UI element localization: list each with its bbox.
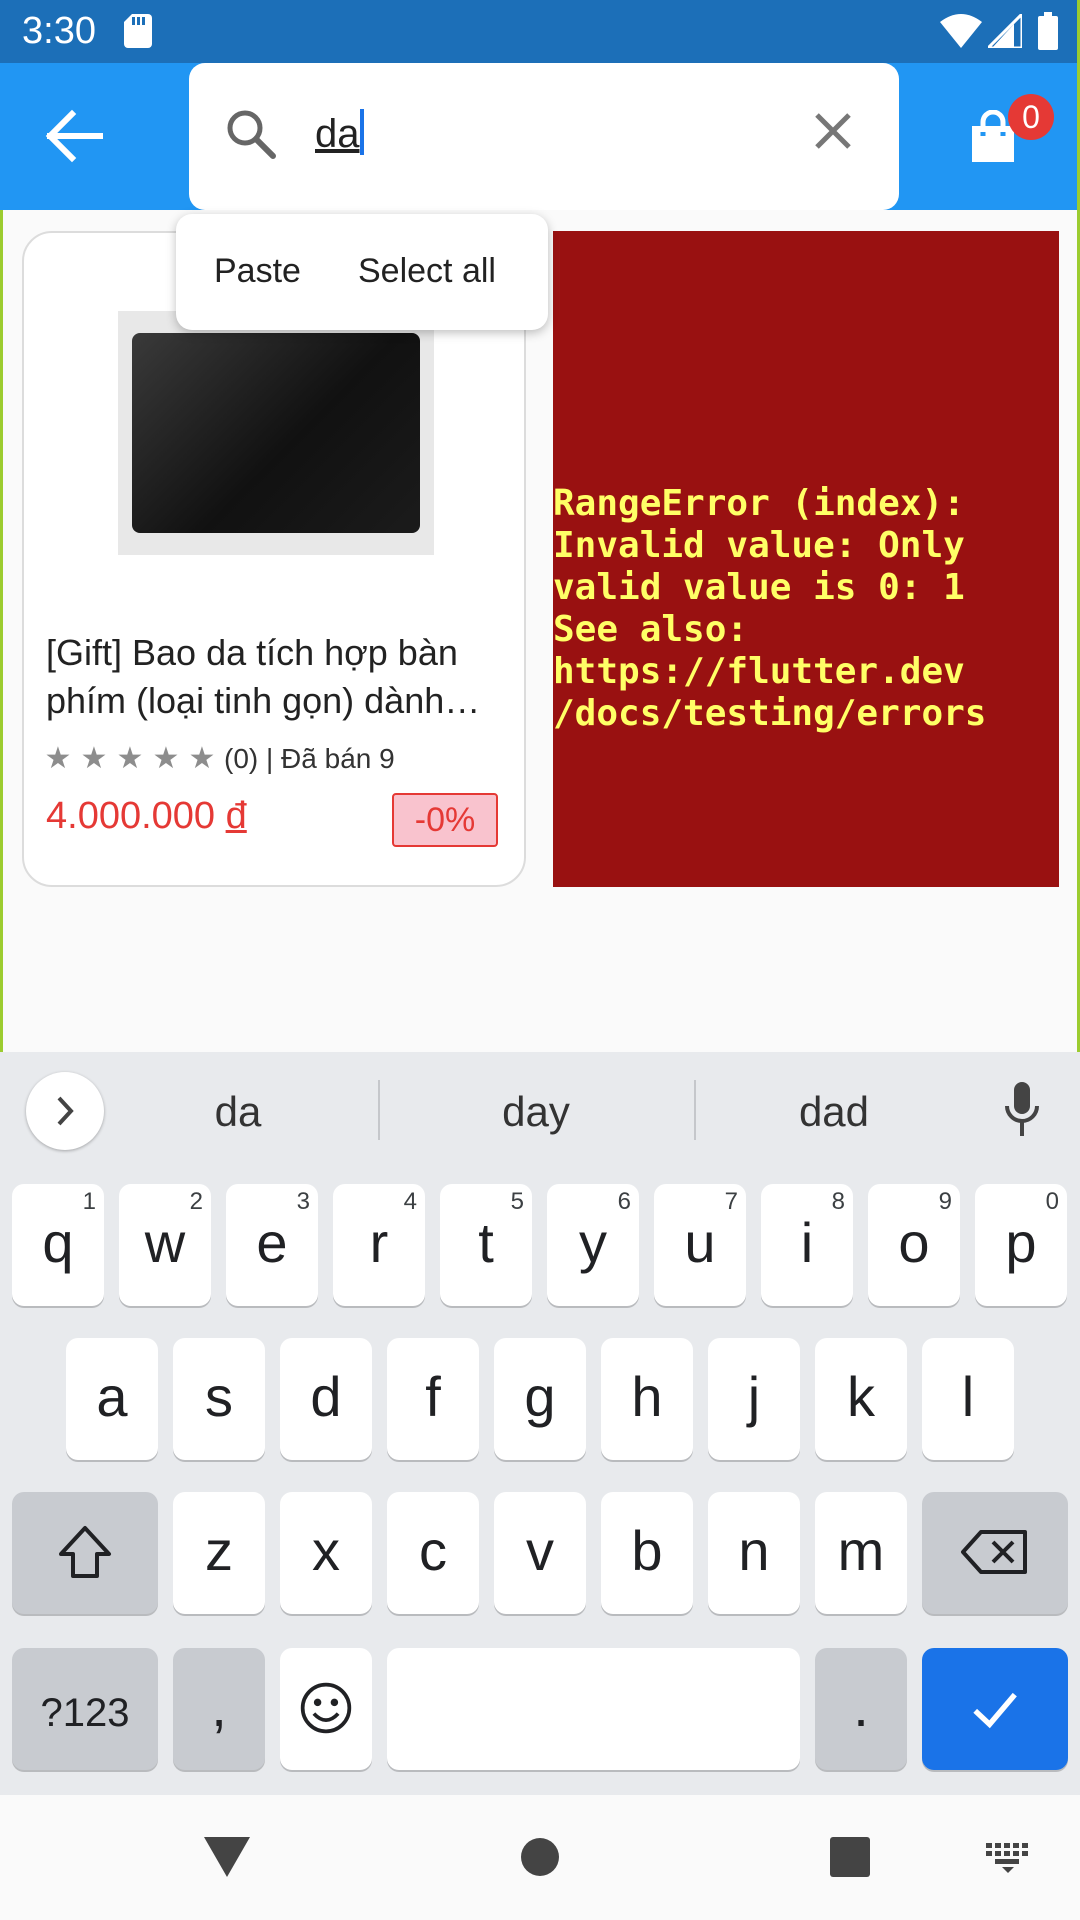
search-input[interactable]: da <box>315 109 364 157</box>
emoji-key[interactable] <box>280 1648 372 1770</box>
key-n[interactable]: n <box>708 1492 800 1614</box>
text-selection-toolbar: Paste Select all <box>176 214 548 330</box>
search-icon <box>227 110 276 159</box>
key-u[interactable]: u7 <box>654 1184 746 1306</box>
key-m[interactable]: m <box>815 1492 907 1614</box>
key-r[interactable]: r4 <box>333 1184 425 1306</box>
period-key[interactable]: . <box>815 1648 907 1770</box>
key-e[interactable]: e3 <box>226 1184 318 1306</box>
key-x[interactable]: x <box>280 1492 372 1614</box>
key-v[interactable]: v <box>494 1492 586 1614</box>
suggestion-1[interactable]: da <box>138 1088 338 1136</box>
key-o[interactable]: o9 <box>868 1184 960 1306</box>
suggestion-2[interactable]: day <box>436 1088 636 1136</box>
product-title: [Gift] Bao da tích hợp bàn phím (loại ti… <box>46 629 516 725</box>
key-b[interactable]: b <box>601 1492 693 1614</box>
checkmark-icon <box>973 1692 1017 1729</box>
rating-row: ★ ★ ★ ★ ★ (0) | Đã bán 9 <box>40 743 395 775</box>
cart-count-badge: 0 <box>1008 94 1054 140</box>
navigation-bar <box>0 1795 1080 1920</box>
key-w[interactable]: w2 <box>119 1184 211 1306</box>
product-image <box>118 311 434 555</box>
error-message: RangeError (index): Invalid value: Only … <box>553 483 987 734</box>
key-g[interactable]: g <box>494 1338 586 1460</box>
backspace-key[interactable] <box>922 1492 1068 1614</box>
soft-keyboard: da day dad q1 w2 e3 r4 t5 y6 u7 i8 o9 p0… <box>0 1052 1080 1795</box>
product-price: 4.000.000 đ <box>46 795 247 838</box>
star-icon: ★ <box>80 742 108 775</box>
enter-key[interactable] <box>922 1648 1068 1770</box>
key-z[interactable]: z <box>173 1492 265 1614</box>
suggestion-divider <box>694 1080 696 1140</box>
key-a[interactable]: a <box>66 1338 158 1460</box>
price-currency: đ <box>225 795 247 837</box>
back-arrow-icon[interactable] <box>40 108 108 164</box>
tablet-image <box>132 333 420 533</box>
key-s[interactable]: s <box>173 1338 265 1460</box>
key-l[interactable]: l <box>922 1338 1014 1460</box>
suggestion-divider <box>378 1080 380 1140</box>
product-title-line1: [Gift] Bao da tích hợp bàn <box>46 632 458 673</box>
key-t[interactable]: t5 <box>440 1184 532 1306</box>
error-widget: RangeError (index): Invalid value: Only … <box>553 231 1059 887</box>
status-time: 3:30 <box>22 10 96 52</box>
key-c[interactable]: c <box>387 1492 479 1614</box>
text-caret <box>359 109 364 155</box>
shift-arrow-icon <box>59 1526 111 1578</box>
paste-button[interactable]: Paste <box>214 252 301 291</box>
status-bar: 3:30 <box>0 0 1080 63</box>
battery-icon <box>1038 12 1058 50</box>
discount-badge: -0% <box>392 793 498 847</box>
debug-border-left <box>0 210 3 1052</box>
home-circle-icon[interactable] <box>520 1837 560 1877</box>
price-value: 4.000.000 <box>46 795 216 837</box>
microphone-icon[interactable] <box>1004 1082 1040 1138</box>
key-i[interactable]: i8 <box>761 1184 853 1306</box>
smiley-icon <box>300 1682 352 1734</box>
star-icon: ★ <box>44 742 72 775</box>
star-icon: ★ <box>116 742 144 775</box>
close-icon[interactable] <box>813 111 853 151</box>
rating-sold-text: (0) | Đã bán 9 <box>224 743 395 774</box>
wifi-icon <box>940 14 982 48</box>
suggestion-3[interactable]: dad <box>734 1088 934 1136</box>
back-triangle-icon[interactable] <box>204 1837 250 1877</box>
suggestions-expand-button[interactable] <box>26 1072 104 1150</box>
comma-key[interactable]: , <box>173 1648 265 1770</box>
space-key[interactable] <box>387 1648 800 1770</box>
search-field[interactable]: da <box>189 63 899 210</box>
star-icon: ★ <box>188 742 216 775</box>
key-q[interactable]: q1 <box>12 1184 104 1306</box>
key-f[interactable]: f <box>387 1338 479 1460</box>
select-all-button[interactable]: Select all <box>358 252 496 291</box>
keyboard-switch-icon[interactable] <box>986 1843 1030 1873</box>
key-y[interactable]: y6 <box>547 1184 639 1306</box>
key-h[interactable]: h <box>601 1338 693 1460</box>
chevron-right-icon <box>57 1096 74 1126</box>
shift-key[interactable] <box>12 1492 158 1614</box>
symbols-key[interactable]: ?123 <box>12 1648 158 1770</box>
recents-square-icon[interactable] <box>830 1837 870 1877</box>
star-icon: ★ <box>152 742 180 775</box>
product-title-line2: phím (loại tinh gọn) dành… <box>46 680 481 721</box>
signal-icon <box>988 14 1022 48</box>
key-d[interactable]: d <box>280 1338 372 1460</box>
key-p[interactable]: p0 <box>975 1184 1067 1306</box>
key-k[interactable]: k <box>815 1338 907 1460</box>
key-j[interactable]: j <box>708 1338 800 1460</box>
backspace-icon <box>961 1530 1027 1574</box>
sd-card-icon <box>124 14 152 48</box>
